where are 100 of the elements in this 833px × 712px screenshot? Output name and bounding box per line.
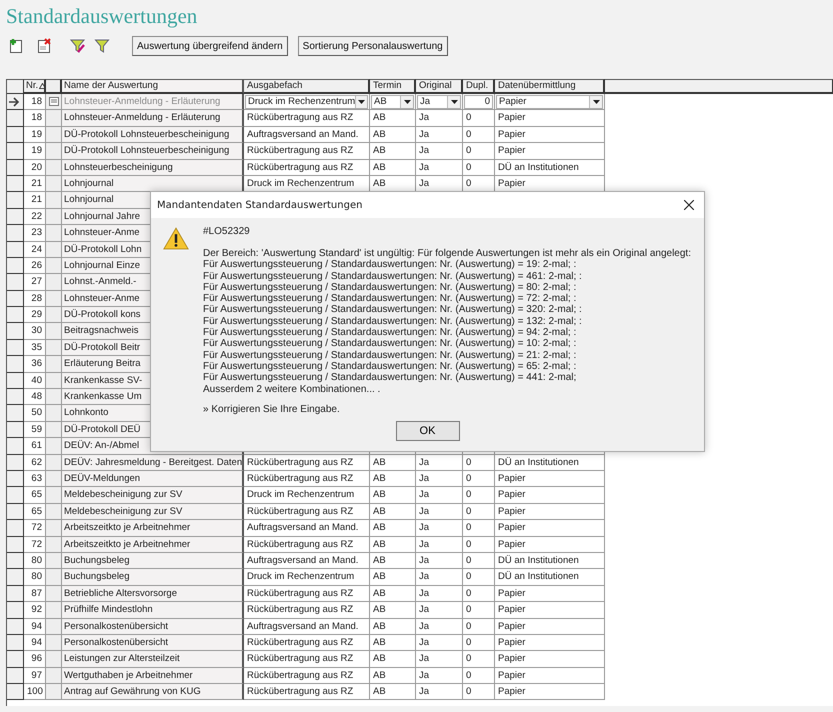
row-selector[interactable] [7,504,24,520]
table-cell: Rückübertragung aus RZ [244,143,370,160]
row-button[interactable] [46,94,62,110]
table-cell: Ja [416,487,463,504]
row-selector[interactable] [7,290,24,308]
table-cell: AB [370,569,416,586]
table-cell: Papier [495,143,605,160]
table-cell: 0 [463,668,495,684]
row-selector[interactable] [7,684,24,700]
column-header[interactable]: Datenübermittlung [495,79,605,94]
table-cell: Lohnsteuer-Anmeldung - Erläuterung [62,110,244,127]
row-selector[interactable] [7,634,24,652]
column-header[interactable]: Name der Auswertung [62,79,244,94]
filter-icon[interactable] [94,38,110,54]
row-selector[interactable] [7,323,24,340]
row-selector[interactable] [7,422,24,438]
table-cell: 0 [463,126,495,144]
dropdown-field[interactable]: Druck im Rechenzentrum [245,95,368,109]
table-cell: Ja [416,536,463,553]
row-selector[interactable] [7,274,24,291]
row-selector[interactable] [7,438,24,455]
table-cell: Ja [416,668,463,684]
row-selector[interactable] [7,602,24,618]
filter-edit-icon[interactable] [70,38,86,54]
row-selector[interactable] [7,618,24,635]
row-selector[interactable] [7,192,24,209]
dropdown-field[interactable]: Papier [496,95,603,109]
table-cell: Betriebliche Altersvorsorge [62,586,244,602]
warning-icon [163,227,189,250]
number-field[interactable]: 0 [464,95,493,109]
row-selector[interactable] [7,242,24,258]
table-cell: Ja [416,586,463,602]
table-cell: Ja [416,504,463,520]
row-selector[interactable] [7,586,24,602]
table-cell: Druck im Rechenzentrum [244,569,370,586]
row-selector[interactable] [7,160,24,176]
table-cell: Lohnjournal [62,176,244,192]
ok-button[interactable]: OK [396,421,460,441]
table-cell: Arbeitszeitkto je Arbeitnehmer [62,536,244,553]
toolbar-button[interactable]: Sortierung Personalauswertung [298,36,448,56]
add-document-icon[interactable] [8,38,24,54]
row-selector[interactable] [7,454,24,471]
table-cell: AB [370,160,416,176]
row-button[interactable] [46,684,62,700]
table-cell: Ja [416,520,463,537]
column-header[interactable]: Termin [370,79,416,94]
row-selector[interactable] [7,340,24,356]
toolbar-button[interactable]: Auswertung übergreifend ändern [132,36,288,56]
table-cell: AB [370,634,416,652]
dropdown-field[interactable]: AB [371,95,414,109]
table-cell: DEÜV-Meldungen [62,470,244,488]
row-selector[interactable] [7,552,24,570]
row-selector[interactable] [7,651,24,668]
row-selector[interactable] [7,520,24,537]
row-selector[interactable] [7,143,24,160]
row-selector[interactable] [7,126,24,144]
dropdown-field[interactable]: Ja [417,95,461,109]
table-cell: DÜ an Institutionen [495,569,605,586]
table-cell: AB [370,536,416,553]
table-cell: Auftragsversand an Mand. [244,618,370,635]
row-selector[interactable] [7,258,24,274]
table-cell: 0 [463,520,495,537]
delete-document-icon[interactable] [36,38,52,54]
row-selector[interactable] [7,94,24,110]
table-cell: AB [370,504,416,520]
column-header[interactable]: Original [416,79,463,94]
row-selector[interactable] [7,176,24,192]
table-cell: AB [370,618,416,635]
row-selector[interactable] [7,487,24,504]
table-cell: Auftragsversand an Mand. [244,126,370,144]
row-selector[interactable] [7,356,24,373]
row-selector[interactable] [7,405,24,422]
row-selector[interactable] [7,389,24,406]
table-cell: Papier [495,618,605,635]
table-cell: Ja [416,552,463,570]
row-selector[interactable] [7,470,24,488]
column-header[interactable]: Dupl. [463,79,495,94]
row-selector[interactable] [7,668,24,684]
table-cell: 0 [463,143,495,160]
caret-icon [404,100,410,104]
row-selector[interactable] [7,208,24,226]
row-selector[interactable] [7,225,24,242]
table-cell: Papier [495,684,605,700]
row-selector[interactable] [7,536,24,553]
table-cell: Papier [495,668,605,684]
column-header[interactable]: Ausgabefach [244,79,370,94]
table-cell: AB [370,651,416,668]
row-selector[interactable] [7,372,24,390]
column-header[interactable]: Nr. [24,79,46,94]
close-icon[interactable] [684,200,694,210]
table-cell: Arbeitszeitkto je Arbeitnehmer [62,520,244,537]
row-selector[interactable] [7,569,24,586]
row-selector[interactable] [7,110,24,127]
table-cell: 0 [463,110,495,127]
row-selector[interactable] [7,307,24,324]
table-cell: AB [370,684,416,700]
table-cell: Personalkostenübersicht [62,634,244,652]
table-cell: Papier [495,470,605,488]
table-cell: AB [370,487,416,504]
table-cell: Ja [416,651,463,668]
